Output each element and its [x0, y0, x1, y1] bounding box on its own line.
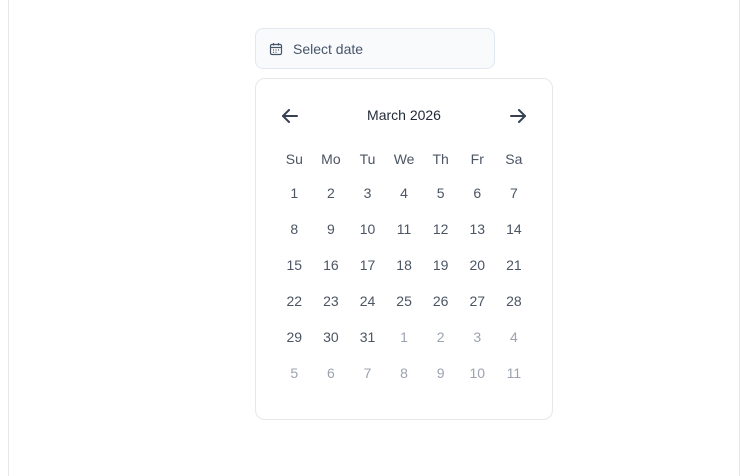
calendar-day[interactable]: 1 — [276, 178, 313, 208]
weekday-label: Sa — [505, 151, 523, 167]
calendar-week-row: 5 6 7 8 9 10 11 — [276, 358, 552, 388]
calendar-day[interactable]: 30 — [313, 322, 350, 352]
calendar-popover: March 2026 Su Mo Tu We Th Fr Sa 1 2 3 4 … — [255, 78, 553, 420]
calendar-day[interactable]: 8 — [386, 358, 423, 388]
calendar-day[interactable]: 31 — [349, 322, 386, 352]
date-picker-input[interactable]: Select date — [255, 28, 495, 69]
calendar-day[interactable]: 4 — [386, 178, 423, 208]
calendar-day[interactable]: 3 — [459, 322, 496, 352]
calendar-day[interactable]: 12 — [422, 214, 459, 244]
calendar-day[interactable]: 2 — [313, 178, 350, 208]
calendar-day[interactable]: 9 — [422, 358, 459, 388]
calendar-day[interactable]: 10 — [459, 358, 496, 388]
calendar-day[interactable]: 17 — [349, 250, 386, 280]
calendar-day[interactable]: 27 — [459, 286, 496, 316]
calendar-week-row: 29 30 31 1 2 3 4 — [276, 322, 552, 352]
calendar-day[interactable]: 13 — [459, 214, 496, 244]
weekday-label: We — [393, 151, 415, 167]
calendar-icon — [269, 42, 283, 56]
calendar-day[interactable]: 5 — [276, 358, 313, 388]
calendar-day[interactable]: 28 — [496, 286, 533, 316]
weekday-label: Fr — [470, 151, 484, 167]
calendar-day[interactable]: 7 — [349, 358, 386, 388]
calendar-day[interactable]: 16 — [313, 250, 350, 280]
calendar-day[interactable]: 9 — [313, 214, 350, 244]
next-month-button[interactable] — [506, 104, 530, 128]
calendar-day[interactable]: 22 — [276, 286, 313, 316]
calendar-day[interactable]: 1 — [386, 322, 423, 352]
calendar-day[interactable]: 6 — [313, 358, 350, 388]
calendar-day[interactable]: 19 — [422, 250, 459, 280]
calendar-day[interactable]: 29 — [276, 322, 313, 352]
calendar-day[interactable]: 14 — [496, 214, 533, 244]
calendar-day[interactable]: 18 — [386, 250, 423, 280]
calendar-day[interactable]: 10 — [349, 214, 386, 244]
calendar-week-row: 15 16 17 18 19 20 21 — [276, 250, 552, 280]
calendar-day[interactable]: 23 — [313, 286, 350, 316]
weekday-header: Su Mo Tu We Th Fr Sa — [276, 151, 552, 167]
weekday-label: Mo — [321, 151, 341, 167]
calendar-day[interactable]: 24 — [349, 286, 386, 316]
calendar-day[interactable]: 2 — [422, 322, 459, 352]
calendar-day[interactable]: 15 — [276, 250, 313, 280]
calendar-day[interactable]: 21 — [496, 250, 533, 280]
date-input-placeholder: Select date — [293, 40, 364, 57]
weekday-label: Su — [285, 151, 303, 167]
calendar-day[interactable]: 26 — [422, 286, 459, 316]
weekday-label: Tu — [359, 151, 376, 167]
calendar-day[interactable]: 3 — [349, 178, 386, 208]
calendar-day[interactable]: 6 — [459, 178, 496, 208]
calendar-day[interactable]: 8 — [276, 214, 313, 244]
calendar-day[interactable]: 11 — [496, 358, 533, 388]
calendar-day[interactable]: 11 — [386, 214, 423, 244]
calendar-day[interactable]: 20 — [459, 250, 496, 280]
calendar-day[interactable]: 5 — [422, 178, 459, 208]
calendar-week-row: 22 23 24 25 26 27 28 — [276, 286, 552, 316]
calendar-day[interactable]: 7 — [496, 178, 533, 208]
calendar-week-row: 8 9 10 11 12 13 14 — [276, 214, 552, 244]
calendar-day[interactable]: 25 — [386, 286, 423, 316]
weekday-label: Th — [432, 151, 449, 167]
calendar-week-row: 1 2 3 4 5 6 7 — [276, 178, 552, 208]
arrow-right-icon — [509, 109, 527, 123]
calendar-day[interactable]: 4 — [496, 322, 533, 352]
